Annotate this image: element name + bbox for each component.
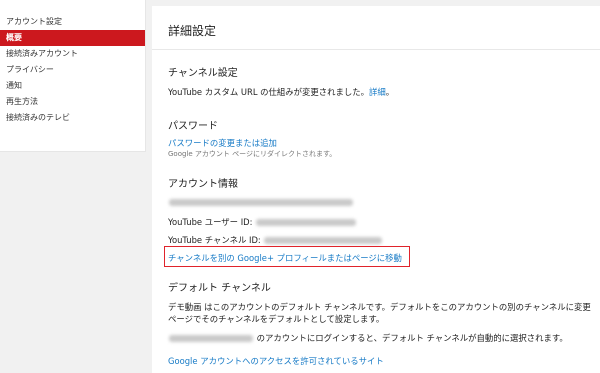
redacted-login-email [169, 335, 253, 342]
password-heading: パスワード [168, 121, 218, 132]
authorized-sites-link[interactable]: Google アカウントへのアクセスを許可されているサイト [168, 355, 384, 367]
move-channel-link[interactable]: チャンネルを別の Google+ プロフィールまたはページに移動 [168, 252, 402, 264]
advanced-settings-panel: 詳細設定 チャンネル設定 YouTube カスタム URL の仕組みが変更されま… [152, 6, 600, 373]
sidebar-item-notifications[interactable]: 通知 [0, 78, 145, 94]
sidebar-item-playback[interactable]: 再生方法 [0, 94, 145, 110]
channel-id-row: YouTube チャンネル ID: [168, 234, 383, 246]
channel-url-notice-suffix: 。 [385, 87, 395, 97]
title-divider [152, 49, 600, 50]
sidebar-item-connected-tvs[interactable]: 接続済みのテレビ [0, 110, 145, 126]
channel-settings-heading: チャンネル設定 [168, 68, 238, 79]
channel-url-notice: YouTube カスタム URL の仕組みが変更されました。詳細。 [168, 86, 394, 98]
settings-sidebar: アカウント設定 概要 接続済みアカウント プライバシー 通知 再生方法 接続済み… [0, 0, 146, 152]
default-channel-description-line2: ページでそのチャンネルをデフォルトとして設定します。 [168, 314, 385, 324]
change-password-link[interactable]: パスワードの変更または追加 [168, 137, 277, 149]
channel-url-notice-text: YouTube カスタム URL の仕組みが変更されました。 [168, 87, 370, 97]
user-id-label: YouTube ユーザー ID: [168, 217, 253, 227]
details-link[interactable]: 詳細 [369, 87, 386, 97]
redacted-email [169, 199, 353, 206]
default-channel-heading: デフォルト チャンネル [168, 283, 271, 294]
sidebar-item-account-settings[interactable]: アカウント設定 [0, 14, 145, 30]
redacted-channel-id [264, 237, 383, 244]
channel-id-label: YouTube チャンネル ID: [168, 235, 261, 245]
default-channel-login-text: のアカウントにログインすると、デフォルト チャンネルが自動的に選択されます。 [256, 333, 568, 343]
page-title: 詳細設定 [168, 24, 217, 38]
sidebar-item-privacy[interactable]: プライバシー [0, 62, 145, 78]
user-id-row: YouTube ユーザー ID: [168, 216, 357, 228]
sidebar-item-overview[interactable]: 概要 [0, 30, 145, 46]
redacted-user-id [256, 219, 357, 226]
default-channel-login-row: のアカウントにログインすると、デフォルト チャンネルが自動的に選択されます。 [168, 332, 568, 344]
account-info-heading: アカウント情報 [168, 179, 238, 190]
sidebar-item-connected-accounts[interactable]: 接続済みアカウント [0, 46, 145, 62]
account-email-row [168, 197, 354, 207]
password-redirect-note: Google アカウント ページにリダイレクトされます。 [168, 150, 337, 158]
default-channel-description-line1: デモ動画 はこのアカウントのデフォルト チャンネルです。デフォルトをこのアカウン… [168, 302, 591, 312]
